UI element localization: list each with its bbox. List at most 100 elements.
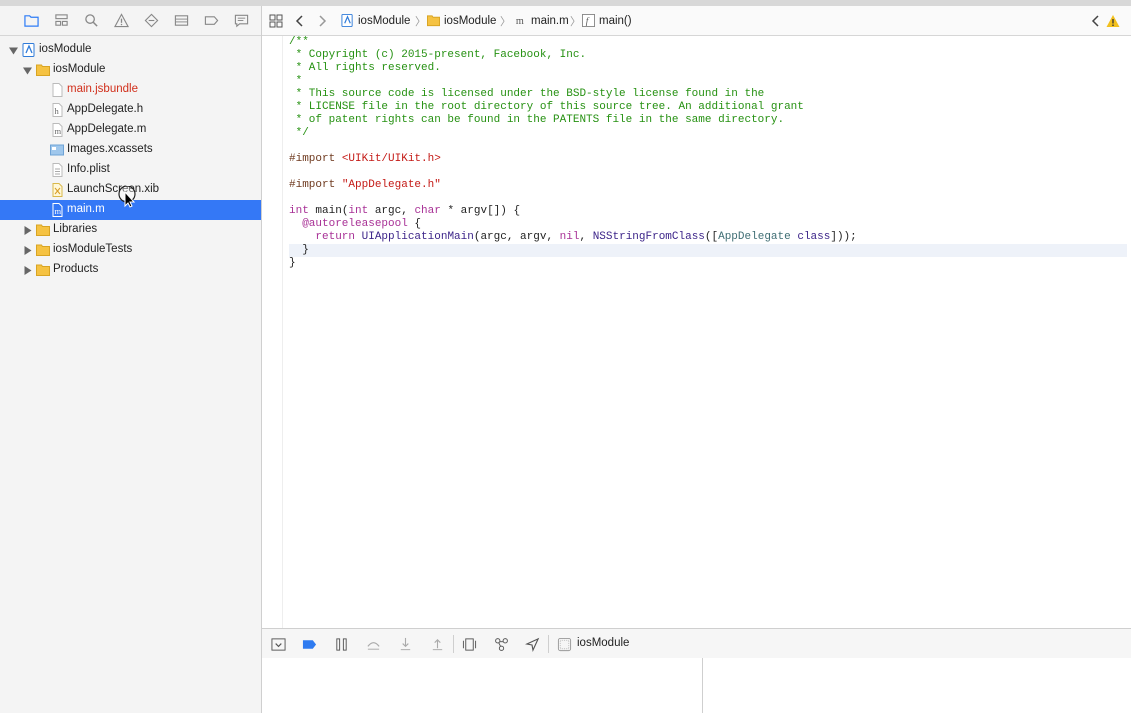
collapse-panel-icon: [270, 637, 286, 651]
view-hierarchy-icon: [462, 637, 476, 651]
code-token: * argv[]) {: [440, 205, 521, 217]
code-line[interactable]: return UIApplicationMain(argc, argv, nil…: [289, 231, 1127, 244]
simulate-location-button[interactable]: [524, 636, 540, 652]
console-view[interactable]: [703, 658, 1131, 713]
process-label[interactable]: iosModule: [577, 637, 629, 649]
crumb-label: iosModule: [444, 14, 497, 27]
crumb-label: main.m: [531, 14, 569, 27]
code-token: int: [289, 205, 309, 217]
tree-row[interactable]: h AppDelegate.h: [0, 100, 261, 120]
back-button[interactable]: [292, 13, 308, 29]
code-line[interactable]: @autoreleasepool {: [289, 218, 1127, 231]
tree-row-label: main.jsbundle: [67, 83, 138, 95]
variables-view[interactable]: [262, 658, 703, 713]
view-debugger-button[interactable]: [461, 636, 477, 652]
warning-icon: [113, 13, 129, 28]
code-line[interactable]: ​: [289, 192, 1127, 205]
code-line[interactable]: }: [289, 244, 1127, 257]
tree-row[interactable]: iosModuleTests: [0, 240, 261, 260]
tree-row[interactable]: m AppDelegate.m: [0, 120, 261, 140]
tab-breakpoint-navigator[interactable]: [196, 11, 226, 31]
memory-graph-button[interactable]: [493, 636, 509, 652]
tree-row[interactable]: main.jsbundle: [0, 80, 261, 100]
step-over-button[interactable]: [365, 636, 381, 652]
code-token: }: [289, 244, 309, 256]
disclosure-collapsed-icon[interactable]: [22, 265, 32, 275]
disclosure-expanded-icon[interactable]: [22, 65, 32, 75]
code-token: * LICENSE file in the root directory of …: [289, 101, 804, 113]
code-line[interactable]: }: [289, 257, 1127, 270]
breakpoints-toggle-button[interactable]: [301, 636, 317, 652]
code-token: * All rights reserved.: [289, 62, 441, 74]
pause-icon: [335, 637, 347, 651]
code-line[interactable]: ​: [289, 166, 1127, 179]
scheme-icon-button[interactable]: [556, 636, 572, 652]
code-line[interactable]: * All rights reserved.: [289, 62, 1127, 75]
crumb-symbol[interactable]: f main(): [582, 14, 632, 27]
code-line[interactable]: * LICENSE file in the root directory of …: [289, 101, 1127, 114]
tab-symbol-navigator[interactable]: [46, 11, 76, 31]
step-into-button[interactable]: [397, 636, 413, 652]
tree-row[interactable]: iosModule: [0, 40, 261, 60]
crumb-project[interactable]: iosModule: [341, 14, 410, 27]
code-token: ,: [579, 231, 593, 243]
crumb-group[interactable]: iosModule: [427, 14, 496, 27]
editor-gutter[interactable]: [262, 36, 283, 628]
code-token: * Copyright (c) 2015-present, Facebook, …: [289, 49, 587, 61]
step-out-button[interactable]: [429, 636, 445, 652]
code-line[interactable]: int main(int argc, char * argv[]) {: [289, 205, 1127, 218]
tree-row-label: Info.plist: [67, 163, 110, 175]
code-token: class: [797, 231, 831, 243]
warning-icon: [1106, 15, 1120, 27]
tree-row[interactable]: Libraries: [0, 220, 261, 240]
tree-row[interactable]: Products: [0, 260, 261, 280]
hierarchy-icon: [54, 14, 68, 26]
disclosure-collapsed-icon[interactable]: [22, 225, 32, 235]
tree-row-label: iosModule: [39, 43, 92, 55]
code-line[interactable]: ​: [289, 140, 1127, 153]
forward-button[interactable]: [314, 13, 330, 29]
code-line[interactable]: /**: [289, 36, 1127, 49]
tab-issue-navigator[interactable]: [106, 11, 136, 31]
tree-row[interactable]: Info.plist: [0, 160, 261, 180]
code-token: /**: [289, 36, 309, 48]
tab-find-navigator[interactable]: [76, 11, 106, 31]
mouse-cursor-icon: [118, 186, 136, 208]
app-icon: [557, 637, 571, 651]
code-token: ]));: [830, 231, 857, 243]
code-line[interactable]: * Copyright (c) 2015-present, Facebook, …: [289, 49, 1127, 62]
tree-row-label: AppDelegate.h: [67, 103, 144, 115]
plist-file-icon: [50, 163, 64, 177]
source-editor[interactable]: /** * Copyright (c) 2015-present, Facebo…: [262, 36, 1131, 628]
code-line[interactable]: #import "AppDelegate.h": [289, 179, 1127, 192]
project-icon: [341, 14, 353, 27]
grid-icon: [269, 14, 283, 28]
code-line[interactable]: */: [289, 127, 1127, 140]
tab-test-navigator[interactable]: [136, 11, 166, 31]
related-items-button[interactable]: [268, 13, 284, 29]
tree-row[interactable]: iosModule: [0, 60, 261, 80]
impl-file-icon: m: [516, 16, 524, 27]
disclosure-collapsed-icon[interactable]: [22, 245, 32, 255]
tab-report-navigator[interactable]: [226, 11, 256, 31]
tree-row-label: main.m: [67, 203, 105, 215]
code-line[interactable]: * This source code is licensed under the…: [289, 88, 1127, 101]
toolbar-divider: [548, 635, 549, 653]
code-token: (argc, argv,: [473, 231, 560, 243]
crumb-file[interactable]: m main.m: [514, 14, 569, 28]
tab-project-navigator[interactable]: [16, 11, 46, 31]
previous-issue-button[interactable]: [1088, 13, 1104, 29]
code-token: * of patent rights can be found in the P…: [289, 114, 785, 126]
code-line[interactable]: *: [289, 75, 1127, 88]
pause-button[interactable]: [333, 636, 349, 652]
disclosure-expanded-icon[interactable]: [8, 45, 18, 55]
tab-debug-navigator[interactable]: [166, 11, 196, 31]
code-line[interactable]: * of patent rights can be found in the P…: [289, 114, 1127, 127]
hide-debug-area-button[interactable]: [270, 636, 286, 652]
tree-row[interactable]: Images.xcassets: [0, 140, 261, 160]
issue-warning-button[interactable]: [1105, 13, 1121, 29]
code-area[interactable]: /** * Copyright (c) 2015-present, Facebo…: [289, 36, 1127, 270]
code-line[interactable]: #import <UIKit/UIKit.h>: [289, 153, 1127, 166]
